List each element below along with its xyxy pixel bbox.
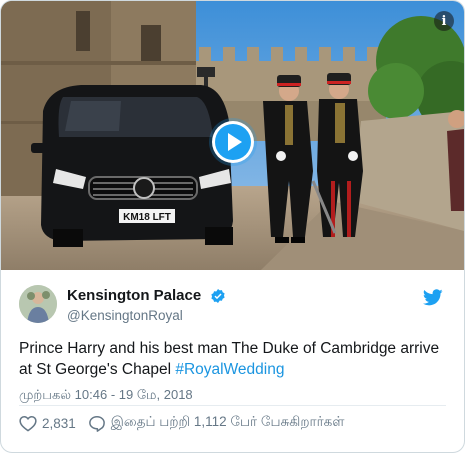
tweet-actions: 2,831 இதைப் பற்றி 1,112 பேர் பேசுகிறார்க…	[19, 413, 356, 433]
tweet-timestamp[interactable]: முற்பகல் 10:46 - 19 மே, 2018	[19, 387, 193, 404]
video-thumbnail[interactable]: KM18 LFT i	[1, 1, 464, 270]
tweet-card: KM18 LFT i Kensington Palace @Kensington…	[0, 0, 465, 453]
speech-bubble-icon	[88, 415, 105, 432]
license-plate: KM18 LFT	[123, 212, 171, 223]
info-icon[interactable]: i	[434, 11, 454, 31]
reply-button[interactable]: இதைப் பற்றி 1,112 பேர் பேசுகிறார்கள்	[88, 414, 345, 432]
play-icon[interactable]	[212, 121, 254, 163]
reply-label: இதைப் பற்றி 1,112 பேர் பேசுகிறார்கள்	[110, 414, 345, 429]
heart-icon	[19, 415, 37, 432]
play-triangle	[228, 133, 242, 151]
twitter-bird-icon[interactable]	[423, 289, 443, 306]
tweet-header: Kensington Palace @KensingtonRoyal	[19, 285, 449, 325]
display-name[interactable]: Kensington Palace	[67, 287, 201, 304]
play-button-ring	[215, 124, 251, 160]
like-button[interactable]: 2,831	[19, 415, 76, 432]
info-glyph: i	[441, 13, 447, 29]
hashtag-link[interactable]: #RoyalWedding	[175, 361, 284, 378]
avatar[interactable]	[19, 285, 57, 323]
account-names[interactable]: Kensington Palace @KensingtonRoyal	[67, 287, 226, 323]
account-handle[interactable]: @KensingtonRoyal	[67, 308, 226, 323]
divider	[19, 405, 446, 406]
verified-badge-icon	[211, 288, 225, 303]
like-count: 2,831	[42, 415, 76, 431]
tweet-text: Prince Harry and his best man The Duke o…	[19, 338, 449, 380]
